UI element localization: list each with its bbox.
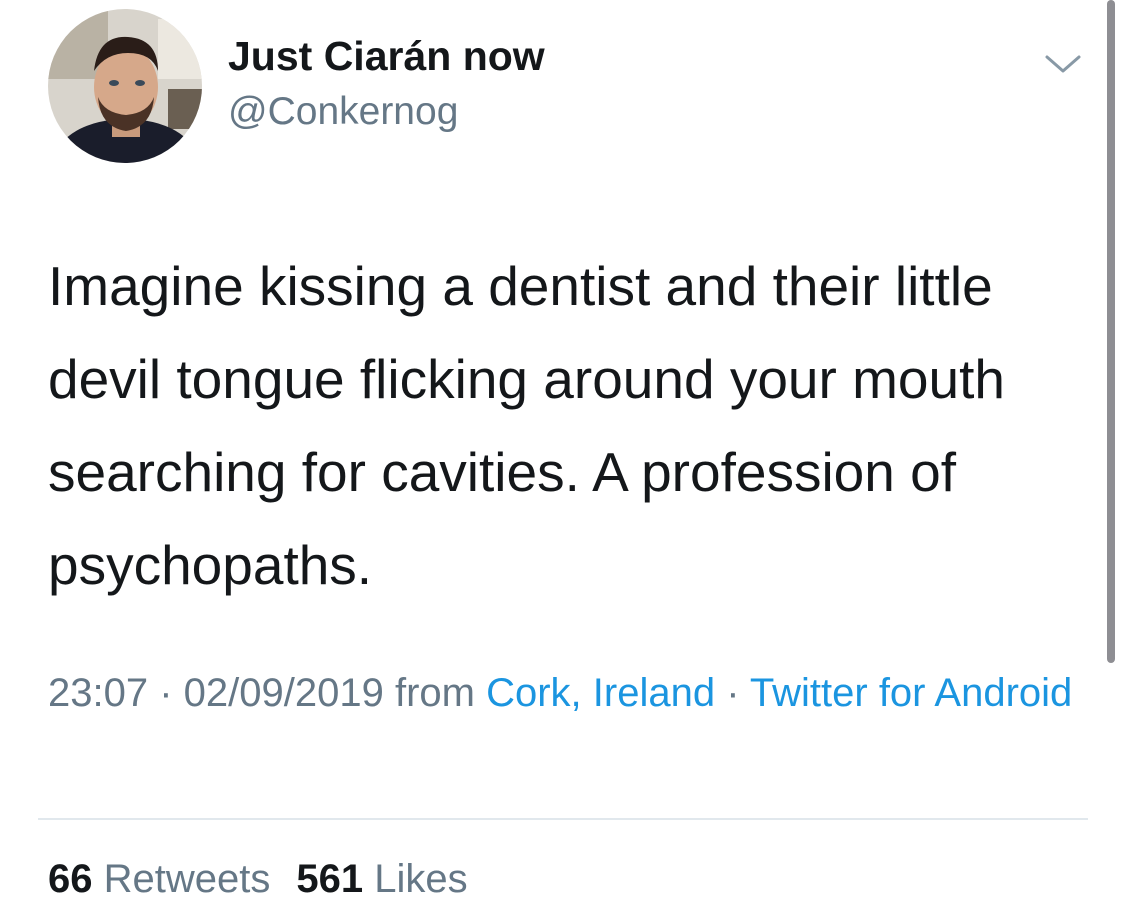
retweets-stat[interactable]: 66 Retweets <box>48 857 270 901</box>
tweet-time: 23:07 <box>48 671 149 715</box>
tweet-text: Imagine kissing a dentist and their litt… <box>48 255 1005 596</box>
tweet-date: 02/09/2019 <box>183 671 384 715</box>
author-handle[interactable]: @Conkernog <box>228 90 458 134</box>
likes-stat[interactable]: 561 Likes <box>296 857 467 901</box>
likes-label: Likes <box>374 857 468 901</box>
source-link[interactable]: Twitter for Android <box>750 671 1072 715</box>
likes-count: 561 <box>296 857 364 901</box>
meta-separator: · <box>715 671 750 715</box>
meta-separator: · <box>148 671 184 715</box>
from-label: from <box>383 671 487 715</box>
retweets-count: 66 <box>48 857 93 901</box>
tweet-stats: 66 Retweets 561 Likes <box>48 857 468 902</box>
tweet-meta: 23:07 · 02/09/2019 from Cork, Ireland · … <box>48 664 1088 722</box>
location-link[interactable]: Cork, Ireland <box>486 671 715 715</box>
chevron-down-icon[interactable] <box>1043 49 1083 79</box>
retweets-label: Retweets <box>103 857 271 901</box>
scrollbar[interactable] <box>1107 0 1115 663</box>
author-display-name[interactable]: Just Ciarán now <box>228 33 545 80</box>
divider <box>38 818 1088 820</box>
avatar[interactable] <box>48 9 202 163</box>
avatar-image <box>48 9 202 163</box>
